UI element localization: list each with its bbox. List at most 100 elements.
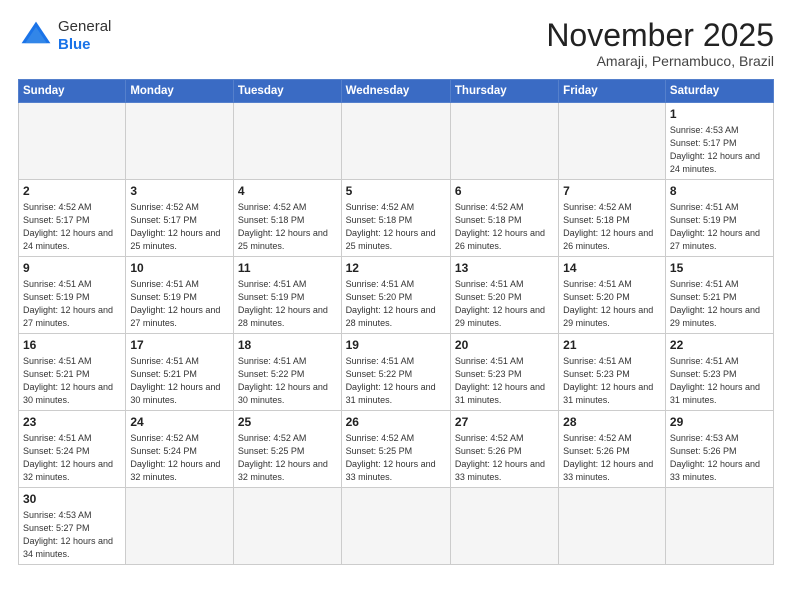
calendar-day-cell: 3Sunrise: 4:52 AM Sunset: 5:17 PM Daylig… bbox=[126, 180, 234, 257]
month-title: November 2025 bbox=[546, 18, 774, 53]
day-number: 13 bbox=[455, 260, 554, 277]
calendar-day-cell: 14Sunrise: 4:51 AM Sunset: 5:20 PM Dayli… bbox=[559, 257, 666, 334]
calendar-day-cell bbox=[341, 103, 450, 180]
day-info: Sunrise: 4:51 AM Sunset: 5:19 PM Dayligh… bbox=[670, 201, 769, 253]
calendar-day-cell bbox=[126, 103, 234, 180]
day-info: Sunrise: 4:53 AM Sunset: 5:26 PM Dayligh… bbox=[670, 432, 769, 484]
day-info: Sunrise: 4:51 AM Sunset: 5:23 PM Dayligh… bbox=[455, 355, 554, 407]
day-info: Sunrise: 4:51 AM Sunset: 5:23 PM Dayligh… bbox=[563, 355, 661, 407]
day-number: 19 bbox=[346, 337, 446, 354]
day-info: Sunrise: 4:51 AM Sunset: 5:21 PM Dayligh… bbox=[23, 355, 121, 407]
day-number: 10 bbox=[130, 260, 229, 277]
day-number: 21 bbox=[563, 337, 661, 354]
day-number: 12 bbox=[346, 260, 446, 277]
day-info: Sunrise: 4:51 AM Sunset: 5:19 PM Dayligh… bbox=[238, 278, 337, 330]
calendar-day-cell bbox=[559, 488, 666, 565]
calendar-header-row: SundayMondayTuesdayWednesdayThursdayFrid… bbox=[19, 80, 774, 103]
generalblue-logo-icon bbox=[18, 18, 54, 54]
calendar-day-cell: 26Sunrise: 4:52 AM Sunset: 5:25 PM Dayli… bbox=[341, 411, 450, 488]
day-info: Sunrise: 4:52 AM Sunset: 5:18 PM Dayligh… bbox=[455, 201, 554, 253]
day-info: Sunrise: 4:51 AM Sunset: 5:19 PM Dayligh… bbox=[130, 278, 229, 330]
calendar-day-cell: 6Sunrise: 4:52 AM Sunset: 5:18 PM Daylig… bbox=[450, 180, 558, 257]
calendar-day-cell: 4Sunrise: 4:52 AM Sunset: 5:18 PM Daylig… bbox=[233, 180, 341, 257]
calendar-day-cell: 17Sunrise: 4:51 AM Sunset: 5:21 PM Dayli… bbox=[126, 334, 234, 411]
calendar-day-header: Thursday bbox=[450, 80, 558, 103]
calendar-day-cell: 5Sunrise: 4:52 AM Sunset: 5:18 PM Daylig… bbox=[341, 180, 450, 257]
day-info: Sunrise: 4:52 AM Sunset: 5:24 PM Dayligh… bbox=[130, 432, 229, 484]
day-info: Sunrise: 4:51 AM Sunset: 5:21 PM Dayligh… bbox=[130, 355, 229, 407]
day-number: 17 bbox=[130, 337, 229, 354]
day-number: 16 bbox=[23, 337, 121, 354]
page: General Blue November 2025 Amaraji, Pern… bbox=[0, 0, 792, 612]
day-number: 7 bbox=[563, 183, 661, 200]
day-number: 28 bbox=[563, 414, 661, 431]
day-info: Sunrise: 4:51 AM Sunset: 5:20 PM Dayligh… bbox=[455, 278, 554, 330]
calendar-day-cell: 21Sunrise: 4:51 AM Sunset: 5:23 PM Dayli… bbox=[559, 334, 666, 411]
day-number: 4 bbox=[238, 183, 337, 200]
day-info: Sunrise: 4:52 AM Sunset: 5:26 PM Dayligh… bbox=[563, 432, 661, 484]
day-number: 15 bbox=[670, 260, 769, 277]
day-info: Sunrise: 4:52 AM Sunset: 5:17 PM Dayligh… bbox=[23, 201, 121, 253]
calendar-day-cell: 10Sunrise: 4:51 AM Sunset: 5:19 PM Dayli… bbox=[126, 257, 234, 334]
calendar-day-header: Saturday bbox=[665, 80, 773, 103]
calendar-day-cell: 1Sunrise: 4:53 AM Sunset: 5:17 PM Daylig… bbox=[665, 103, 773, 180]
day-info: Sunrise: 4:51 AM Sunset: 5:22 PM Dayligh… bbox=[238, 355, 337, 407]
calendar-day-cell bbox=[19, 103, 126, 180]
logo-text: General Blue bbox=[58, 18, 111, 54]
day-number: 23 bbox=[23, 414, 121, 431]
calendar-day-cell: 27Sunrise: 4:52 AM Sunset: 5:26 PM Dayli… bbox=[450, 411, 558, 488]
calendar-week-row: 30Sunrise: 4:53 AM Sunset: 5:27 PM Dayli… bbox=[19, 488, 774, 565]
day-info: Sunrise: 4:51 AM Sunset: 5:24 PM Dayligh… bbox=[23, 432, 121, 484]
day-number: 8 bbox=[670, 183, 769, 200]
calendar-day-cell bbox=[233, 103, 341, 180]
calendar-week-row: 9Sunrise: 4:51 AM Sunset: 5:19 PM Daylig… bbox=[19, 257, 774, 334]
day-info: Sunrise: 4:52 AM Sunset: 5:25 PM Dayligh… bbox=[238, 432, 337, 484]
day-info: Sunrise: 4:52 AM Sunset: 5:26 PM Dayligh… bbox=[455, 432, 554, 484]
calendar-day-cell: 8Sunrise: 4:51 AM Sunset: 5:19 PM Daylig… bbox=[665, 180, 773, 257]
calendar-day-cell: 18Sunrise: 4:51 AM Sunset: 5:22 PM Dayli… bbox=[233, 334, 341, 411]
calendar-day-cell bbox=[233, 488, 341, 565]
day-number: 26 bbox=[346, 414, 446, 431]
day-info: Sunrise: 4:51 AM Sunset: 5:23 PM Dayligh… bbox=[670, 355, 769, 407]
calendar-day-cell bbox=[126, 488, 234, 565]
calendar-day-cell bbox=[559, 103, 666, 180]
calendar-day-cell: 7Sunrise: 4:52 AM Sunset: 5:18 PM Daylig… bbox=[559, 180, 666, 257]
calendar-day-cell: 19Sunrise: 4:51 AM Sunset: 5:22 PM Dayli… bbox=[341, 334, 450, 411]
day-number: 30 bbox=[23, 491, 121, 508]
calendar-day-header: Tuesday bbox=[233, 80, 341, 103]
day-number: 1 bbox=[670, 106, 769, 123]
calendar-day-cell: 9Sunrise: 4:51 AM Sunset: 5:19 PM Daylig… bbox=[19, 257, 126, 334]
calendar-week-row: 16Sunrise: 4:51 AM Sunset: 5:21 PM Dayli… bbox=[19, 334, 774, 411]
calendar-week-row: 23Sunrise: 4:51 AM Sunset: 5:24 PM Dayli… bbox=[19, 411, 774, 488]
calendar-day-header: Wednesday bbox=[341, 80, 450, 103]
day-number: 5 bbox=[346, 183, 446, 200]
day-info: Sunrise: 4:51 AM Sunset: 5:20 PM Dayligh… bbox=[346, 278, 446, 330]
calendar-day-cell: 16Sunrise: 4:51 AM Sunset: 5:21 PM Dayli… bbox=[19, 334, 126, 411]
calendar-day-cell: 24Sunrise: 4:52 AM Sunset: 5:24 PM Dayli… bbox=[126, 411, 234, 488]
calendar-day-header: Monday bbox=[126, 80, 234, 103]
location: Amaraji, Pernambuco, Brazil bbox=[546, 53, 774, 69]
title-block: November 2025 Amaraji, Pernambuco, Brazi… bbox=[546, 18, 774, 69]
calendar-day-cell: 13Sunrise: 4:51 AM Sunset: 5:20 PM Dayli… bbox=[450, 257, 558, 334]
calendar-day-cell: 23Sunrise: 4:51 AM Sunset: 5:24 PM Dayli… bbox=[19, 411, 126, 488]
calendar-day-cell bbox=[450, 103, 558, 180]
day-number: 14 bbox=[563, 260, 661, 277]
day-number: 29 bbox=[670, 414, 769, 431]
day-number: 22 bbox=[670, 337, 769, 354]
day-info: Sunrise: 4:52 AM Sunset: 5:18 PM Dayligh… bbox=[346, 201, 446, 253]
day-number: 11 bbox=[238, 260, 337, 277]
day-info: Sunrise: 4:53 AM Sunset: 5:17 PM Dayligh… bbox=[670, 124, 769, 176]
day-number: 20 bbox=[455, 337, 554, 354]
calendar-week-row: 1Sunrise: 4:53 AM Sunset: 5:17 PM Daylig… bbox=[19, 103, 774, 180]
day-info: Sunrise: 4:51 AM Sunset: 5:22 PM Dayligh… bbox=[346, 355, 446, 407]
day-info: Sunrise: 4:53 AM Sunset: 5:27 PM Dayligh… bbox=[23, 509, 121, 561]
calendar-day-header: Sunday bbox=[19, 80, 126, 103]
day-number: 24 bbox=[130, 414, 229, 431]
day-info: Sunrise: 4:52 AM Sunset: 5:25 PM Dayligh… bbox=[346, 432, 446, 484]
calendar-day-cell: 30Sunrise: 4:53 AM Sunset: 5:27 PM Dayli… bbox=[19, 488, 126, 565]
calendar-day-header: Friday bbox=[559, 80, 666, 103]
day-info: Sunrise: 4:51 AM Sunset: 5:19 PM Dayligh… bbox=[23, 278, 121, 330]
day-number: 3 bbox=[130, 183, 229, 200]
header: General Blue November 2025 Amaraji, Pern… bbox=[18, 18, 774, 69]
day-number: 9 bbox=[23, 260, 121, 277]
